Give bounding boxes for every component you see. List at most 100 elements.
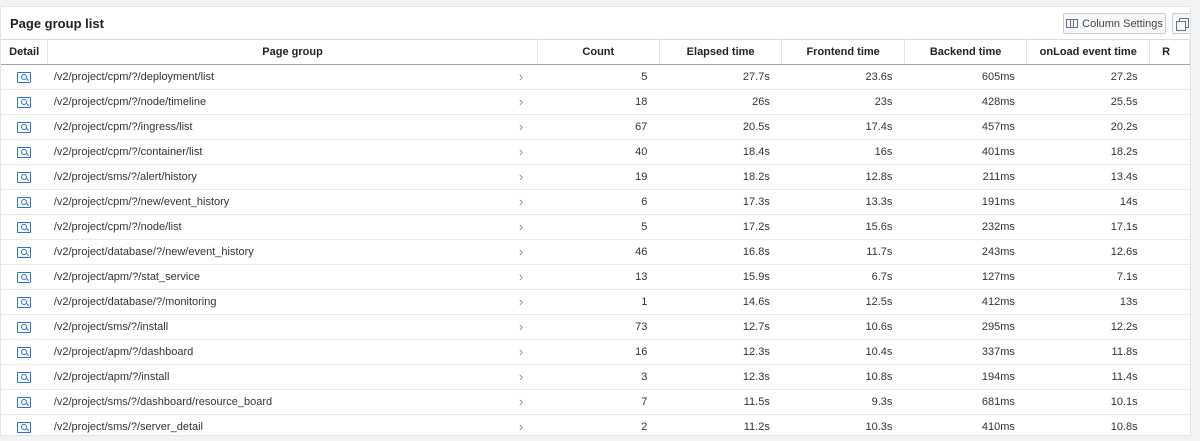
detail-cell bbox=[1, 189, 48, 215]
page-group-cell[interactable]: /v2/project/sms/?/alert/history › bbox=[47, 164, 538, 190]
truncated-cell bbox=[1149, 189, 1190, 215]
backend-time-cell: 681ms bbox=[904, 389, 1027, 415]
frontend-time-cell: 16s bbox=[781, 139, 905, 165]
chevron-right-icon[interactable]: › bbox=[519, 369, 523, 384]
detail-search-icon[interactable] bbox=[17, 146, 32, 158]
chevron-right-icon[interactable]: › bbox=[519, 169, 523, 184]
truncated-cell bbox=[1149, 239, 1190, 265]
column-header-truncated[interactable]: R bbox=[1149, 39, 1190, 65]
detail-search-icon[interactable] bbox=[17, 371, 32, 383]
page-group-name: /v2/project/cpm/?/ingress/list bbox=[53, 121, 193, 133]
page-group-cell[interactable]: /v2/project/apm/?/stat_service › bbox=[47, 264, 538, 290]
table-row[interactable]: /v2/project/cpm/?/new/event_history › 6 17.… bbox=[1, 189, 1190, 215]
chevron-right-icon[interactable]: › bbox=[519, 319, 523, 334]
page-group-cell[interactable]: /v2/project/cpm/?/node/list › bbox=[47, 214, 538, 240]
column-header-onload-event-time[interactable]: onLoad event time bbox=[1026, 39, 1151, 65]
chevron-right-icon[interactable]: › bbox=[519, 144, 523, 159]
page-group-cell[interactable]: /v2/project/sms/?/dashboard/resource_boa… bbox=[47, 389, 538, 415]
detail-search-icon[interactable] bbox=[17, 271, 32, 283]
truncated-cell bbox=[1149, 339, 1190, 365]
table-row[interactable]: /v2/project/sms/?/alert/history › 19 18.2s 1… bbox=[1, 164, 1190, 190]
table-row[interactable]: /v2/project/cpm/?/container/list › 40 18.4s… bbox=[1, 139, 1190, 165]
detail-search-icon[interactable] bbox=[17, 346, 32, 358]
column-header-elapsed-time[interactable]: Elapsed time bbox=[659, 39, 783, 65]
detail-search-icon[interactable] bbox=[17, 221, 32, 233]
table-row[interactable]: /v2/project/database/?/new/event_history… bbox=[1, 239, 1190, 265]
column-header-frontend-time[interactable]: Frontend time bbox=[781, 39, 905, 65]
page-group-cell[interactable]: /v2/project/cpm/?/new/event_history › bbox=[47, 189, 538, 215]
elapsed-time-cell: 14.6s bbox=[659, 289, 782, 315]
detail-cell bbox=[1, 414, 48, 435]
detail-search-icon[interactable] bbox=[17, 196, 32, 208]
page-group-cell[interactable]: /v2/project/apm/?/dashboard › bbox=[47, 339, 538, 365]
detail-search-icon[interactable] bbox=[17, 71, 32, 83]
page-group-cell[interactable]: /v2/project/cpm/?/node/timeline › bbox=[47, 89, 538, 115]
chevron-right-icon[interactable]: › bbox=[519, 94, 523, 109]
table-row[interactable]: /v2/project/cpm/?/deployment/list › 5 27.7s… bbox=[1, 64, 1190, 90]
detail-search-icon[interactable] bbox=[17, 171, 32, 183]
page-group-cell[interactable]: /v2/project/database/?/new/event_history… bbox=[47, 239, 538, 265]
page-group-cell[interactable]: /v2/project/sms/?/server_detail › bbox=[47, 414, 538, 435]
detail-search-icon[interactable] bbox=[17, 421, 32, 433]
elapsed-time-cell: 11.5s bbox=[659, 389, 782, 415]
copy-button[interactable] bbox=[1172, 13, 1190, 34]
detail-search-icon[interactable] bbox=[17, 121, 32, 133]
detail-search-icon[interactable] bbox=[17, 246, 32, 258]
column-header-backend-time[interactable]: Backend time bbox=[904, 39, 1028, 65]
column-header-count[interactable]: Count bbox=[537, 39, 660, 65]
truncated-cell bbox=[1149, 139, 1190, 165]
frontend-time-cell: 17.4s bbox=[781, 114, 905, 140]
table-row[interactable]: /v2/project/cpm/?/node/list › 5 17.2s 15.6s 2… bbox=[1, 214, 1190, 240]
elapsed-time-cell: 27.7s bbox=[659, 64, 782, 90]
column-header-page-group[interactable]: Page group bbox=[47, 39, 538, 65]
page-group-name: /v2/project/cpm/?/container/list bbox=[53, 146, 203, 158]
detail-cell bbox=[1, 314, 48, 340]
page-group-cell[interactable]: /v2/project/cpm/?/ingress/list › bbox=[47, 114, 538, 140]
page-group-cell[interactable]: /v2/project/sms/?/install › bbox=[47, 314, 538, 340]
page-group-cell[interactable]: /v2/project/cpm/?/container/list › bbox=[47, 139, 538, 165]
backend-time-cell: 194ms bbox=[904, 364, 1027, 390]
backend-time-cell: 337ms bbox=[904, 339, 1027, 365]
chevron-right-icon[interactable]: › bbox=[519, 294, 523, 309]
onload-event-time-cell: 20.2s bbox=[1026, 114, 1150, 140]
detail-search-icon[interactable] bbox=[17, 296, 32, 308]
column-settings-button[interactable]: Column Settings bbox=[1063, 13, 1166, 34]
chevron-right-icon[interactable]: › bbox=[519, 219, 523, 234]
detail-search-icon[interactable] bbox=[17, 96, 32, 108]
column-header-detail[interactable]: Detail bbox=[1, 39, 49, 65]
table-row[interactable]: /v2/project/sms/?/server_detail › 2 11.2s 10… bbox=[1, 414, 1190, 435]
onload-event-time-cell: 13.4s bbox=[1026, 164, 1150, 190]
table-row[interactable]: /v2/project/cpm/?/node/timeline › 18 26s 23s… bbox=[1, 89, 1190, 115]
chevron-right-icon[interactable]: › bbox=[519, 269, 523, 284]
page-group-cell[interactable]: /v2/project/cpm/?/deployment/list › bbox=[47, 64, 538, 90]
chevron-right-icon[interactable]: › bbox=[519, 119, 523, 134]
table-row[interactable]: /v2/project/sms/?/dashboard/resource_boa… bbox=[1, 389, 1190, 415]
table-row[interactable]: /v2/project/database/?/monitoring › 1 14.6s… bbox=[1, 289, 1190, 315]
page-group-name: /v2/project/cpm/?/node/timeline bbox=[53, 96, 207, 108]
truncated-cell bbox=[1149, 214, 1190, 240]
onload-event-time-cell: 25.5s bbox=[1026, 89, 1150, 115]
detail-cell bbox=[1, 339, 48, 365]
elapsed-time-cell: 20.5s bbox=[659, 114, 782, 140]
onload-event-time-cell: 10.8s bbox=[1026, 414, 1150, 435]
column-settings-label: Column Settings bbox=[1082, 17, 1163, 30]
truncated-cell bbox=[1149, 64, 1190, 90]
detail-search-icon[interactable] bbox=[17, 396, 32, 408]
detail-cell bbox=[1, 264, 48, 290]
chevron-right-icon[interactable]: › bbox=[519, 394, 523, 409]
table-row[interactable]: /v2/project/cpm/?/ingress/list › 67 20.5s 17… bbox=[1, 114, 1190, 140]
page-group-cell[interactable]: /v2/project/apm/?/install › bbox=[47, 364, 538, 390]
table-row[interactable]: /v2/project/apm/?/install › 3 12.3s 10.8s 194… bbox=[1, 364, 1190, 390]
chevron-right-icon[interactable]: › bbox=[519, 244, 523, 259]
table-row[interactable]: /v2/project/apm/?/dashboard › 16 12.3s 10.4s… bbox=[1, 339, 1190, 365]
chevron-right-icon[interactable]: › bbox=[519, 194, 523, 209]
chevron-right-icon[interactable]: › bbox=[519, 69, 523, 84]
table-header-row: Detail Page group Count Elapsed time Fro… bbox=[1, 39, 1190, 65]
table-row[interactable]: /v2/project/sms/?/install › 73 12.7s 10.6s 29… bbox=[1, 314, 1190, 340]
frontend-time-cell: 15.6s bbox=[781, 214, 905, 240]
detail-search-icon[interactable] bbox=[17, 321, 32, 333]
table-row[interactable]: /v2/project/apm/?/stat_service › 13 15.9s 6.… bbox=[1, 264, 1190, 290]
page-group-cell[interactable]: /v2/project/database/?/monitoring › bbox=[47, 289, 538, 315]
chevron-right-icon[interactable]: › bbox=[519, 419, 523, 434]
chevron-right-icon[interactable]: › bbox=[519, 344, 523, 359]
